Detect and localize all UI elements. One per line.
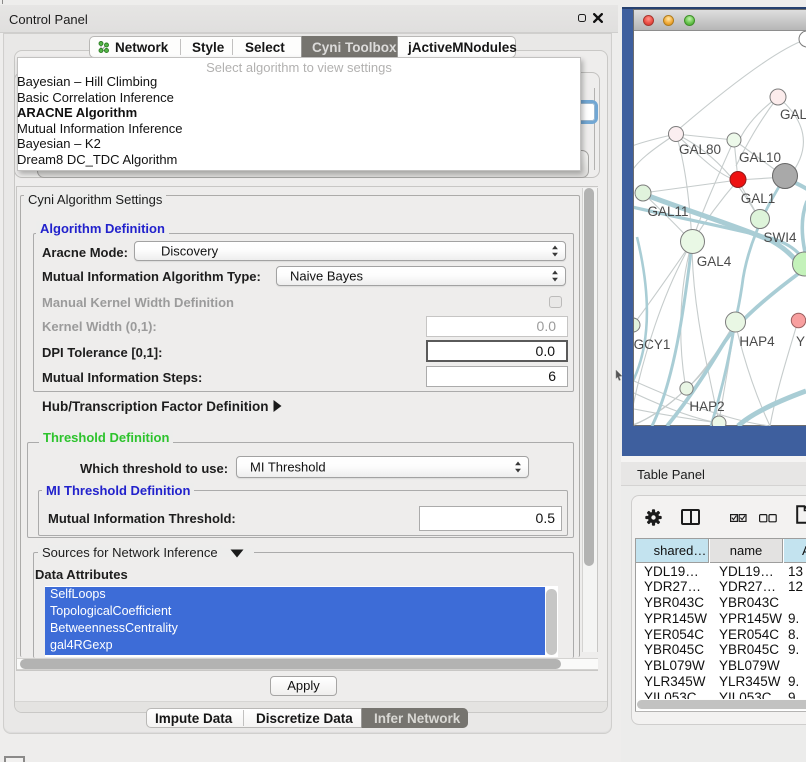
svg-text:HAP4: HAP4 (739, 334, 775, 349)
svg-text:Y: Y (796, 334, 805, 349)
svg-text:GAL: GAL (780, 107, 806, 122)
svg-text:GCY1: GCY1 (634, 337, 670, 352)
svg-text:GAL10: GAL10 (739, 150, 781, 165)
svg-text:GAL1: GAL1 (741, 191, 776, 206)
svg-text:SWI4: SWI4 (763, 230, 796, 245)
svg-text:GAL80: GAL80 (679, 142, 721, 157)
svg-text:HAP2: HAP2 (689, 399, 724, 414)
svg-text:GAL11: GAL11 (647, 204, 688, 219)
svg-text:GAL4: GAL4 (697, 254, 732, 269)
